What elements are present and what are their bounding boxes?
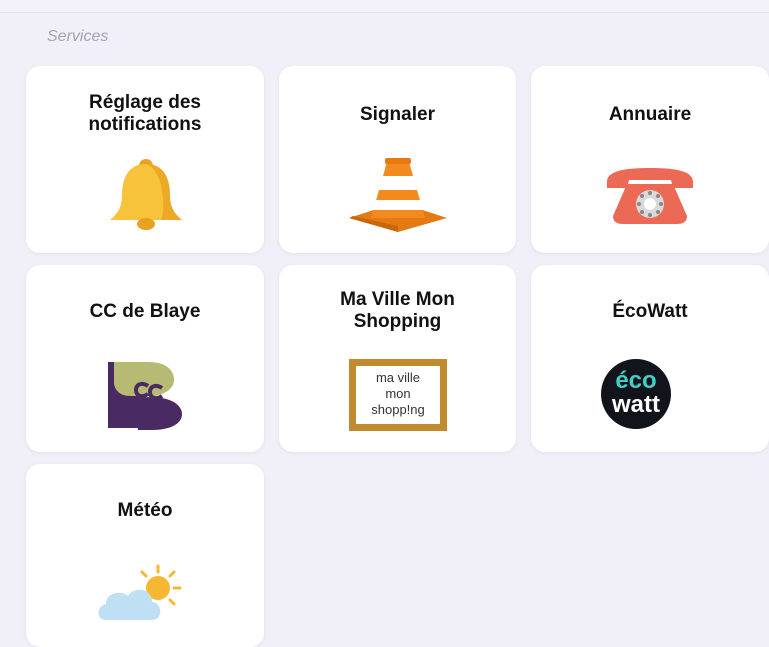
card-cc-blaye[interactable]: CC de Blaye [26,265,264,452]
card-title: CC de Blaye [89,301,201,322]
card-title: Signaler [360,104,435,125]
logo-line: mon [385,386,411,401]
logo-line: éco [615,367,657,394]
logo-line: shopp!ng [371,402,425,417]
ma-ville-mon-shopping-logo: ma ville mon shopp!ng [349,359,447,431]
card-ecowatt[interactable]: ÉcoWatt éco watt [531,265,769,452]
card-notifications[interactable]: Réglage des notifications [26,66,264,253]
card-ma-ville-mon-shopping[interactable]: Ma Ville Mon Shopping ma ville mon shopp… [279,265,516,452]
card-title: Météo [117,500,173,521]
traffic-cone-icon [349,158,447,232]
card-title: Ma Ville Mon Shopping [279,289,516,333]
card-meteo[interactable]: Météo [26,464,264,647]
card-title: Réglage des notifications [26,92,264,136]
card-signaler[interactable]: Signaler [279,66,516,253]
services-grid: Réglage des notifications Signaler Annua… [0,0,769,647]
bell-icon [110,159,182,230]
card-title-line: Shopping [353,311,442,332]
telephone-icon [607,168,693,224]
card-title-line: Ma Ville Mon [340,289,455,310]
logo-line: ma ville [375,370,421,385]
card-annuaire[interactable]: Annuaire [531,66,769,253]
card-title-line: notifications [88,114,202,135]
card-title: Annuaire [608,104,692,125]
logo-line: watt [612,391,660,418]
weather-sun-cloud-icon [98,564,182,620]
ecowatt-logo: éco watt [601,359,671,429]
card-title: ÉcoWatt [612,301,688,322]
card-title-line: Réglage des [89,92,201,113]
cc-blaye-logo [108,362,182,430]
